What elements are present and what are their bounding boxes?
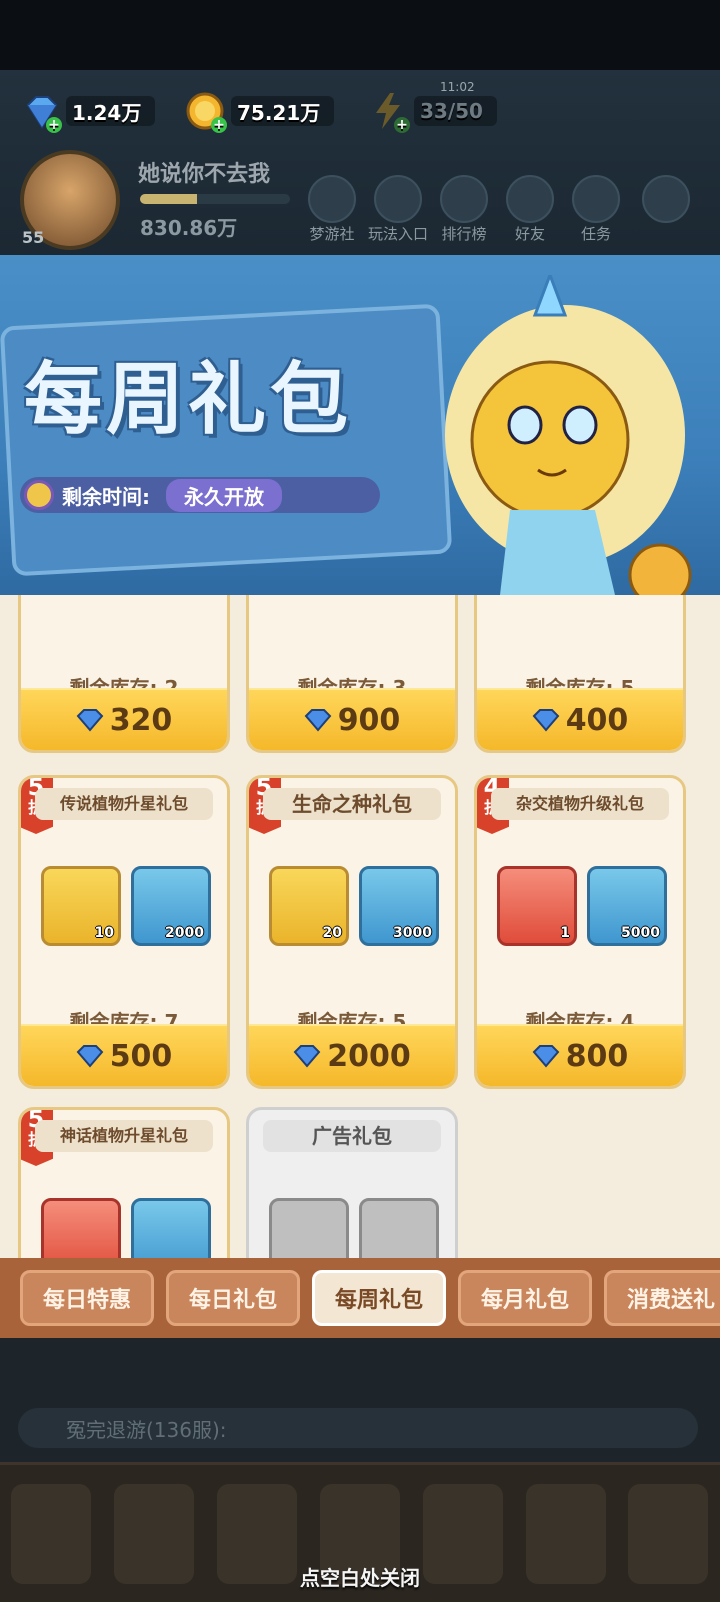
gift-card-hybrid-upgrade[interactable]: 4折 杂交植物升级礼包 1 5000 剩余库存: 4 800 <box>474 775 686 1089</box>
coin-icon[interactable]: 5000 <box>587 866 667 946</box>
gem-count: 1.24万 <box>66 96 156 126</box>
price-button[interactable]: 500 <box>21 1024 227 1086</box>
gift-card[interactable]: 剩余库存: 3 900 <box>246 595 458 753</box>
gift-card[interactable]: 剩余库存: 2 320 <box>18 595 230 753</box>
diamond-icon: + <box>20 91 62 133</box>
menu-tasks[interactable]: 任务 <box>564 175 628 244</box>
tab-spend-reward[interactable]: 消费送礼 <box>604 1270 720 1326</box>
energy-resource[interactable]: + 33/50 <box>368 88 497 134</box>
friends-icon <box>506 175 554 223</box>
gift-card-myth-star[interactable]: 5折 神话植物升星礼包 <box>18 1107 230 1260</box>
weekly-gift-banner: 每周礼包 剩余时间: 永久开放 <box>0 255 720 595</box>
timer-value: 永久开放 <box>166 478 282 512</box>
screen: + 1.24万 + 75.21万 11:02 + 33/50 55 她说你不去我… <box>0 0 720 1602</box>
club-icon <box>308 175 356 223</box>
timer-label: 剩余时间: <box>62 484 150 509</box>
chat-bar[interactable]: 冤完退游(136服): <box>18 1408 698 1448</box>
tab-monthly-gift[interactable]: 每月礼包 <box>458 1270 592 1326</box>
remaining-time: 剩余时间: 永久开放 <box>20 477 380 513</box>
cookie-princess-illustration <box>445 275 692 595</box>
player-power: 830.86万 <box>140 216 238 240</box>
seed-icon[interactable]: 20 <box>269 866 349 946</box>
card-title: 传说植物升星礼包 <box>35 788 213 820</box>
banner-title: 每周礼包 <box>24 355 353 445</box>
diamond-icon <box>76 709 104 732</box>
clock-icon <box>24 480 54 510</box>
coin-resource[interactable]: + 75.21万 <box>185 88 335 134</box>
gift-category-tabs: 每日特惠 每日礼包 每周礼包 每月礼包 消费送礼 <box>0 1258 720 1338</box>
price-button[interactable]: 320 <box>21 688 227 750</box>
diamond-icon <box>532 709 560 732</box>
diamond-icon <box>76 1045 104 1068</box>
menu-play-entry[interactable]: 玩法入口 <box>366 175 430 244</box>
menu-more[interactable] <box>634 175 698 223</box>
add-energy-icon[interactable]: + <box>394 117 410 133</box>
menu-ranking[interactable]: 排行榜 <box>432 175 496 244</box>
menu-friends[interactable]: 好友 <box>498 175 562 244</box>
gift-card-legend-star[interactable]: 5折 传说植物升星礼包 10 2000 剩余库存: 7 500 <box>18 775 230 1089</box>
diamond-icon <box>293 1045 321 1068</box>
coin-icon[interactable] <box>359 1198 439 1260</box>
potion-icon[interactable]: 10 <box>41 866 121 946</box>
diamond-icon <box>304 709 332 732</box>
card-title: 神话植物升星礼包 <box>35 1120 213 1152</box>
lightning-icon: + <box>368 91 410 133</box>
price-button[interactable]: 400 <box>477 688 683 750</box>
gift-card-ad[interactable]: 广告礼包 <box>246 1107 458 1260</box>
gift-card[interactable]: 剩余库存: 5 400 <box>474 595 686 753</box>
gamepad-icon <box>374 175 422 223</box>
price-button[interactable]: 900 <box>249 688 455 750</box>
gem-resource[interactable]: + 1.24万 <box>20 88 156 134</box>
potion-icon[interactable] <box>41 1198 121 1260</box>
tube-icon[interactable]: 1 <box>497 866 577 946</box>
gift-card-life-seed[interactable]: 5折 生命之种礼包 20 3000 剩余库存: 5 2000 <box>246 775 458 1089</box>
coin-count: 75.21万 <box>231 96 335 126</box>
card-title: 广告礼包 <box>263 1120 441 1152</box>
coin-icon[interactable]: 2000 <box>131 866 211 946</box>
player-level: 55 <box>22 228 45 247</box>
energy-count: 33/50 <box>414 96 497 126</box>
player-name: 她说你不去我 <box>138 162 271 187</box>
coin-icon[interactable]: 3000 <box>359 866 439 946</box>
card-title: 杂交植物升级礼包 <box>491 788 669 820</box>
diamond-icon <box>532 1045 560 1068</box>
price-button[interactable]: 2000 <box>249 1024 455 1086</box>
close-hint[interactable]: 点空白处关闭 <box>0 1562 720 1591</box>
coin-icon: + <box>185 91 227 133</box>
tab-daily-deals[interactable]: 每日特惠 <box>20 1270 154 1326</box>
gift-pack-list[interactable]: 剩余库存: 2 320 剩余库存: 3 900 剩余库存: 5 400 5折 传… <box>0 595 720 1260</box>
add-coins-icon[interactable]: + <box>211 117 227 133</box>
potion-icon[interactable] <box>269 1198 349 1260</box>
price-button[interactable]: 800 <box>477 1024 683 1086</box>
exp-bar <box>140 194 290 204</box>
tab-weekly-gift[interactable]: 每周礼包 <box>312 1270 446 1326</box>
status-bar <box>0 0 720 70</box>
add-gems-icon[interactable]: + <box>46 117 62 133</box>
coin-icon[interactable] <box>131 1198 211 1260</box>
ranking-icon <box>440 175 488 223</box>
task-icon <box>572 175 620 223</box>
tab-daily-gift[interactable]: 每日礼包 <box>166 1270 300 1326</box>
more-icon <box>642 175 690 223</box>
menu-club[interactable]: 梦游社 <box>300 175 364 244</box>
card-title: 生命之种礼包 <box>263 788 441 820</box>
